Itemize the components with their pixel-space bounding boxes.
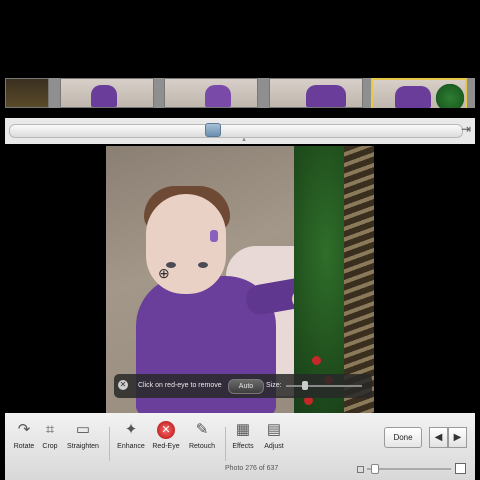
next-button[interactable]: ▶: [448, 427, 467, 448]
crop-button[interactable]: ⌗ Crop: [39, 417, 61, 467]
expand-arrow-icon[interactable]: ⇥: [461, 122, 471, 136]
arrow-left-icon: ◀: [434, 432, 443, 443]
straighten-icon: ▭: [75, 421, 91, 438]
prev-button[interactable]: ◀: [429, 427, 448, 448]
thumbnail-selected[interactable]: [371, 78, 467, 108]
photo-counter: Photo 276 of 637: [225, 465, 279, 472]
filmstrip-scrollbar[interactable]: ⇥ ▲: [5, 118, 475, 144]
thumbnail[interactable]: [5, 78, 49, 108]
divider: [109, 427, 110, 461]
crop-icon: ⌗: [45, 421, 55, 438]
brush-icon: ✎: [195, 421, 209, 438]
fullscreen-icon[interactable]: [455, 463, 466, 474]
rotate-icon: ↷: [17, 421, 31, 438]
grid-icon: ▦: [235, 421, 251, 438]
straighten-button[interactable]: ▭ Straighten: [63, 417, 103, 467]
small-size-icon: [357, 466, 364, 473]
adjust-button[interactable]: ▤ Adjust: [261, 417, 287, 467]
magic-wand-icon: ✦: [124, 421, 138, 438]
size-slider-knob[interactable]: [302, 381, 308, 390]
thumbnail[interactable]: [269, 78, 363, 108]
divider: [225, 427, 226, 461]
red-eye-icon: ✕: [157, 421, 175, 439]
auto-button[interactable]: Auto: [228, 379, 264, 394]
divider-handle-icon[interactable]: ▲: [241, 137, 247, 143]
zoom-knob[interactable]: [371, 464, 379, 474]
scroll-thumb[interactable]: [205, 123, 221, 137]
arrow-right-icon: ▶: [453, 432, 462, 443]
thumbnail[interactable]: [60, 78, 154, 108]
red-eye-crosshair-icon: ⊕: [158, 265, 170, 281]
done-button[interactable]: Done: [384, 427, 422, 448]
size-label: Size:: [266, 382, 282, 389]
red-eye-button[interactable]: ✕ Red-Eye: [151, 417, 181, 467]
size-slider-track[interactable]: [286, 385, 362, 387]
close-icon[interactable]: ✕: [118, 380, 128, 390]
red-eye-instruction: Click on red-eye to remove: [138, 382, 222, 389]
filmstrip: [5, 78, 475, 108]
retouch-button[interactable]: ✎ Retouch: [187, 417, 217, 467]
thumbnail[interactable]: [164, 78, 258, 108]
edit-toolbar: ↷ Rotate ⌗ Crop ▭ Straighten ✦ Enhance ✕…: [5, 413, 475, 480]
rotate-button[interactable]: ↷ Rotate: [9, 417, 39, 467]
red-eye-hud: ✕ Click on red-eye to remove Auto Size:: [114, 374, 372, 398]
zoom-slider[interactable]: [357, 464, 453, 474]
adjust-icon: ▤: [266, 421, 282, 438]
scroll-track[interactable]: [9, 124, 463, 138]
effects-button[interactable]: ▦ Effects: [231, 417, 255, 467]
enhance-button[interactable]: ✦ Enhance: [115, 417, 147, 467]
